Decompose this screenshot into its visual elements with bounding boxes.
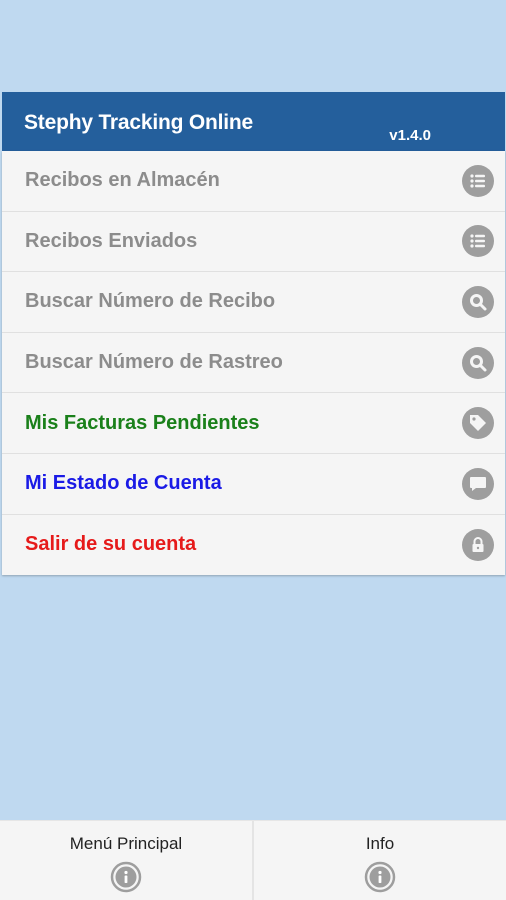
bottom-navigation: Menú Principal Info	[0, 820, 506, 900]
tab-label: Info	[365, 834, 395, 853]
list-icon	[462, 164, 494, 197]
menu-item-label: Recibos en Almacén	[25, 169, 220, 192]
menu-item-buscar-rastreo[interactable]: Buscar Número de Rastreo	[2, 333, 505, 394]
menu-item-label: Buscar Número de Rastreo	[25, 351, 283, 374]
info-icon	[110, 861, 142, 893]
list-icon	[462, 225, 494, 258]
menu-item-buscar-recibo[interactable]: Buscar Número de Recibo	[2, 272, 505, 333]
menu-item-label: Buscar Número de Recibo	[25, 290, 276, 313]
app-title: Stephy Tracking Online	[24, 111, 253, 134]
tag-icon	[462, 407, 494, 440]
search-icon	[462, 285, 494, 318]
menu-item-salir[interactable]: Salir de su cuenta	[2, 515, 505, 576]
tab-info[interactable]: Info	[254, 821, 506, 900]
menu-item-recibos-almacen[interactable]: Recibos en Almacén	[2, 151, 505, 212]
tab-menu-principal[interactable]: Menú Principal	[0, 821, 254, 900]
menu-item-label: Recibos Enviados	[25, 229, 198, 252]
lock-icon	[462, 528, 494, 561]
main-menu: Recibos en Almacén Recibos Enviados Busc…	[2, 151, 505, 576]
app-header: Stephy Tracking Online v1.4.0	[2, 92, 505, 151]
menu-item-facturas-pendientes[interactable]: Mis Facturas Pendientes	[2, 393, 505, 454]
info-icon	[364, 861, 396, 893]
menu-item-label: Mi Estado de Cuenta	[25, 472, 222, 495]
menu-item-label: Salir de su cuenta	[25, 533, 197, 556]
app-version: v1.4.0	[389, 127, 431, 144]
menu-item-label: Mis Facturas Pendientes	[25, 411, 260, 434]
tab-label: Menú Principal	[69, 834, 183, 853]
menu-item-recibos-enviados[interactable]: Recibos Enviados	[2, 212, 505, 273]
chat-bubble-icon	[462, 467, 494, 500]
search-icon	[462, 346, 494, 379]
menu-item-estado-cuenta[interactable]: Mi Estado de Cuenta	[2, 454, 505, 515]
